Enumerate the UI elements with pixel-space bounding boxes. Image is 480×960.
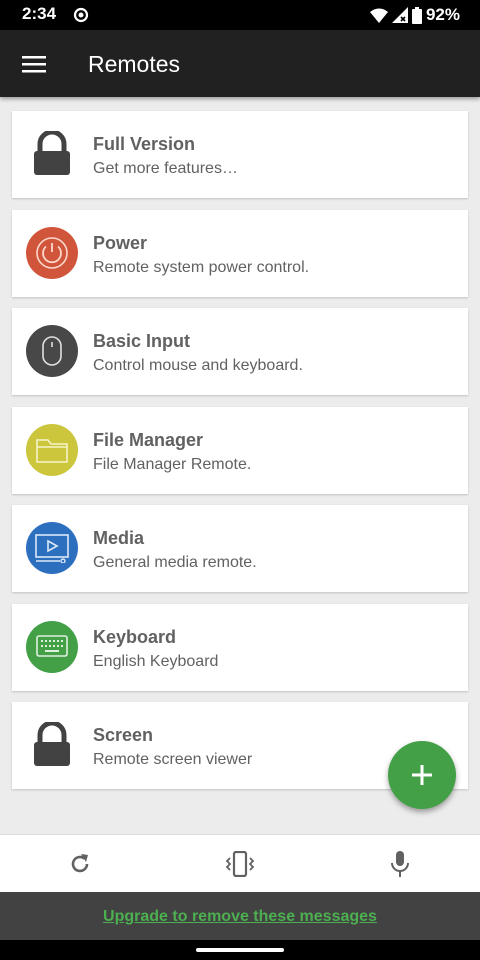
remote-description: Remote screen viewer bbox=[93, 751, 253, 768]
remote-description: File Manager Remote. bbox=[93, 455, 252, 473]
battery-icon bbox=[411, 6, 422, 24]
remote-name: File Manager bbox=[93, 429, 204, 450]
remote-name: Full Version bbox=[93, 134, 196, 154]
remote-name: Screen bbox=[93, 725, 154, 745]
upgrade-link[interactable]: Upgrade to remove these messages bbox=[103, 908, 377, 926]
keyboard-icon bbox=[26, 620, 78, 673]
remote-name: Media bbox=[93, 528, 145, 548]
system-nav-bar bbox=[0, 940, 480, 960]
remote-name: Keyboard bbox=[93, 626, 177, 647]
home-gesture-handle[interactable] bbox=[196, 948, 284, 952]
remotes-list: Full Version Get more features… Power Re… bbox=[12, 111, 468, 801]
wifi-icon bbox=[369, 8, 388, 23]
remote-item-full-version[interactable]: Full Version Get more features… bbox=[12, 111, 468, 198]
remote-item-power[interactable]: Power Remote system power control. bbox=[12, 209, 468, 297]
lock-icon bbox=[26, 719, 78, 771]
power-icon bbox=[26, 226, 78, 279]
refresh-icon[interactable] bbox=[64, 849, 96, 879]
bottom-action-bar bbox=[0, 834, 480, 892]
mouse-icon bbox=[26, 325, 78, 377]
remote-item-basic-input[interactable]: Basic Input Control mouse and keyboard. bbox=[12, 308, 468, 395]
remote-item-file-manager[interactable]: File Manager File Manager Remote. bbox=[12, 406, 468, 494]
plus-icon bbox=[412, 765, 432, 785]
upgrade-banner: Upgrade to remove these messages bbox=[0, 892, 480, 940]
status-icons: 92% bbox=[369, 5, 460, 25]
remote-description: Get more features… bbox=[93, 160, 238, 177]
remote-description: General media remote. bbox=[93, 554, 257, 571]
microphone-icon[interactable] bbox=[384, 849, 416, 879]
remote-item-keyboard[interactable]: Keyboard English Keyboard bbox=[12, 603, 468, 691]
remote-description: English Keyboard bbox=[93, 652, 219, 670]
app-bar: Remotes bbox=[0, 30, 480, 97]
remote-description: Control mouse and keyboard. bbox=[93, 357, 303, 374]
remote-name: Power bbox=[93, 232, 148, 253]
status-bar: 2:34 92% bbox=[0, 0, 480, 30]
remote-item-media[interactable]: Media General media remote. bbox=[12, 505, 468, 592]
hamburger-menu-icon[interactable] bbox=[14, 44, 54, 84]
media-icon bbox=[26, 522, 78, 574]
folder-icon bbox=[26, 423, 78, 476]
page-title: Remotes bbox=[88, 51, 181, 77]
lock-icon bbox=[26, 128, 78, 180]
signal-icon bbox=[391, 7, 408, 23]
remote-description: Remote system power control. bbox=[93, 258, 310, 276]
phone-vibrate-icon[interactable] bbox=[221, 849, 259, 879]
notification-icon bbox=[73, 7, 89, 23]
remote-name: Basic Input bbox=[93, 331, 191, 351]
battery-percent: 92% bbox=[425, 5, 460, 24]
status-time: 2:34 bbox=[22, 4, 57, 23]
add-remote-button[interactable] bbox=[388, 741, 456, 809]
